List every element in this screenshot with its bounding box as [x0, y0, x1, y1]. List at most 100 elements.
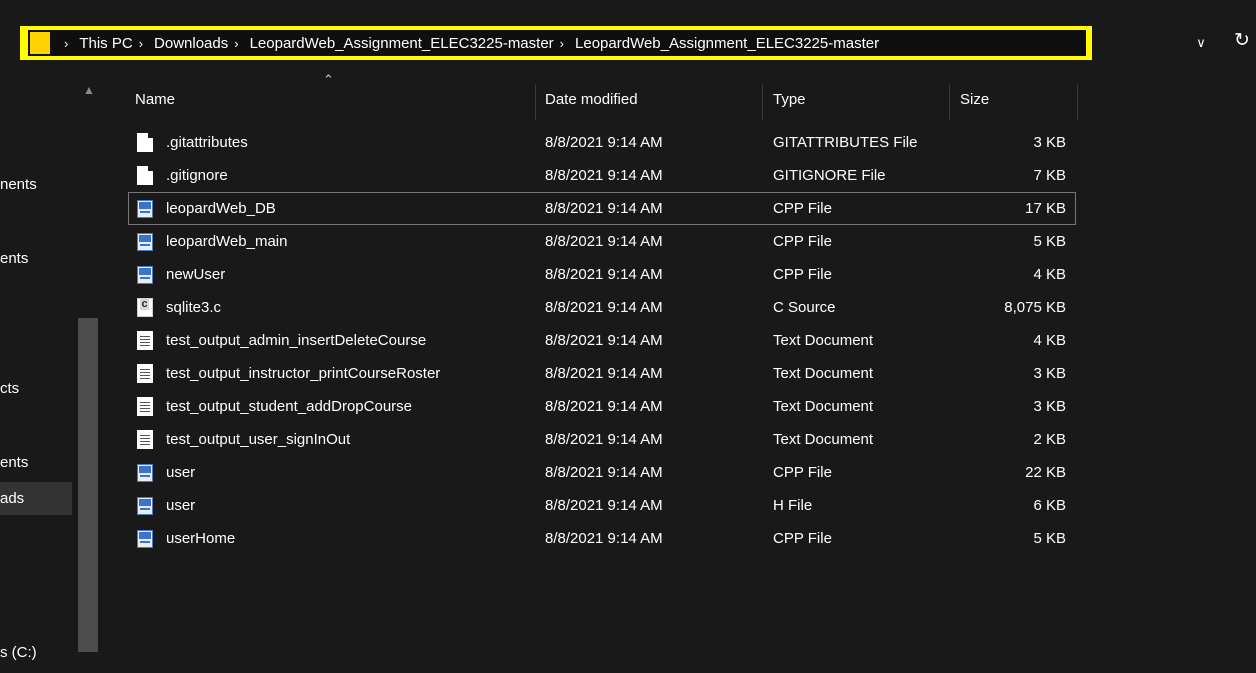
chevron-right-icon: ›: [64, 35, 69, 51]
file-date-modified: 8/8/2021 9:14 AM: [545, 497, 663, 514]
file-row[interactable]: userHome 8/8/2021 9:14 AM CPP File 5 KB: [128, 522, 1076, 555]
file-row[interactable]: leopardWeb_main 8/8/2021 9:14 AM CPP File 5…: [128, 225, 1076, 258]
column-divider[interactable]: [949, 84, 950, 120]
navigation-pane: nents ents cts ents ads s (C:): [0, 84, 72, 673]
chevron-down-icon[interactable]: ∨: [1193, 34, 1209, 52]
file-row[interactable]: newUser 8/8/2021 9:14 AM CPP File 4 KB: [128, 258, 1076, 291]
file-date-modified: 8/8/2021 9:14 AM: [545, 233, 663, 250]
file-row[interactable]: test_output_student_addDropCourse 8/8/202…: [128, 390, 1076, 423]
nav-item-local-disk-c[interactable]: s (C:): [0, 636, 72, 669]
file-type: Text Document: [773, 431, 874, 448]
file-type: Text Document: [773, 332, 874, 349]
file-type: CPP File: [773, 233, 832, 250]
generic-file-icon: [137, 166, 153, 185]
file-row[interactable]: leopardWeb_DB 8/8/2021 9:14 AM CPP File 17 …: [128, 192, 1076, 225]
file-size: 3 KB: [1033, 398, 1066, 415]
text-document-icon: [137, 364, 153, 383]
file-size: 7 KB: [1033, 167, 1066, 184]
breadcrumb-current-folder[interactable]: LeopardWeb_Assignment_ELEC3225-master: [575, 35, 879, 52]
file-size: 4 KB: [1033, 266, 1066, 283]
file-name: test_output_admin_insertDeleteCourse: [166, 332, 427, 349]
file-date-modified: 8/8/2021 9:14 AM: [545, 134, 663, 151]
text-document-icon: [137, 397, 153, 416]
file-size: 4 KB: [1033, 332, 1066, 349]
file-name: newUser: [166, 266, 226, 283]
file-type: C Source: [773, 299, 836, 316]
column-divider[interactable]: [762, 84, 763, 120]
breadcrumb-this-pc[interactable]: This PC: [79, 35, 132, 52]
file-date-modified: 8/8/2021 9:14 AM: [545, 398, 663, 415]
file-type: CPP File: [773, 530, 832, 547]
breadcrumb-project-folder[interactable]: LeopardWeb_Assignment_ELEC3225-master: [250, 35, 554, 52]
file-name: user: [166, 497, 196, 514]
c-source-icon: [137, 298, 153, 317]
column-divider[interactable]: [1077, 84, 1078, 120]
cpp-file-icon: [137, 497, 153, 515]
file-list: ⌃ Name Date modified Type Size .gitattri…: [101, 72, 1256, 673]
file-name: userHome: [166, 530, 236, 547]
file-row[interactable]: user 8/8/2021 9:14 AM H File 6 KB: [128, 489, 1076, 522]
file-size: 22 KB: [1025, 464, 1066, 481]
column-header-size[interactable]: Size: [960, 84, 989, 116]
scroll-up-icon[interactable]: ▲: [83, 84, 95, 96]
column-divider[interactable]: [535, 84, 536, 120]
file-row[interactable]: user 8/8/2021 9:14 AM CPP File 22 KB: [128, 456, 1076, 489]
sort-ascending-icon: ⌃: [323, 72, 334, 87]
file-date-modified: 8/8/2021 9:14 AM: [545, 431, 663, 448]
column-header-name[interactable]: Name: [135, 84, 175, 116]
scrollbar-thumb[interactable]: [78, 318, 98, 652]
file-name: .gitignore: [166, 167, 228, 184]
file-type: GITIGNORE File: [773, 167, 886, 184]
file-name: user: [166, 464, 196, 481]
file-size: 6 KB: [1033, 497, 1066, 514]
file-name: test_output_user_signInOut: [166, 431, 351, 448]
file-date-modified: 8/8/2021 9:14 AM: [545, 332, 663, 349]
file-size: 3 KB: [1033, 134, 1066, 151]
file-type: CPP File: [773, 266, 832, 283]
file-row[interactable]: .gitattributes 8/8/2021 9:14 AM GITATTRIBU…: [128, 126, 1076, 159]
file-name: .gitattributes: [166, 134, 248, 151]
file-row[interactable]: test_output_instructor_printCourseRoster…: [128, 357, 1076, 390]
text-document-icon: [137, 331, 153, 350]
file-date-modified: 8/8/2021 9:14 AM: [545, 167, 663, 184]
file-size: 2 KB: [1033, 431, 1066, 448]
breadcrumb[interactable]: › This PC › Downloads › LeopardWeb_Assig…: [28, 30, 1086, 56]
file-type: Text Document: [773, 365, 874, 382]
cpp-file-icon: [137, 200, 153, 218]
nav-item-documents[interactable]: nents: [0, 168, 72, 201]
file-size: 5 KB: [1033, 233, 1066, 250]
folder-icon: [30, 32, 50, 54]
nav-item-objects[interactable]: cts: [0, 372, 72, 405]
nav-item-downloads[interactable]: ads: [0, 482, 72, 515]
file-row[interactable]: sqlite3.c 8/8/2021 9:14 AM C Source 8,075 K…: [128, 291, 1076, 324]
chevron-right-icon: ›: [138, 35, 144, 51]
column-header-type[interactable]: Type: [773, 84, 806, 116]
file-name: test_output_student_addDropCourse: [166, 398, 413, 415]
column-header-date-modified[interactable]: Date modified: [545, 84, 638, 116]
file-size: 17 KB: [1025, 200, 1066, 217]
refresh-icon[interactable]: ↻: [1234, 30, 1256, 52]
file-date-modified: 8/8/2021 9:14 AM: [545, 266, 663, 283]
file-type: CPP File: [773, 464, 832, 481]
file-type: CPP File: [773, 200, 832, 217]
nav-item-documents-3[interactable]: ents: [0, 446, 72, 479]
file-name: sqlite3.c: [166, 299, 222, 316]
file-date-modified: 8/8/2021 9:14 AM: [545, 464, 663, 481]
nav-item-documents-2[interactable]: ents: [0, 242, 72, 275]
file-date-modified: 8/8/2021 9:14 AM: [545, 365, 663, 382]
file-type: Text Document: [773, 398, 874, 415]
file-type: GITATTRIBUTES File: [773, 134, 918, 151]
nav-scrollbar[interactable]: ▲: [75, 84, 99, 673]
cpp-file-icon: [137, 530, 153, 548]
file-date-modified: 8/8/2021 9:14 AM: [545, 200, 663, 217]
file-type: H File: [773, 497, 813, 514]
breadcrumb-downloads[interactable]: Downloads: [154, 35, 228, 52]
file-row[interactable]: test_output_user_signInOut 8/8/2021 9:14 …: [128, 423, 1076, 456]
file-size: 8,075 KB: [1004, 299, 1066, 316]
file-name: leopardWeb_main: [166, 233, 288, 250]
address-bar: › This PC › Downloads › LeopardWeb_Assig…: [0, 0, 1256, 84]
chevron-right-icon: ›: [234, 35, 239, 51]
file-row[interactable]: .gitignore 8/8/2021 9:14 AM GITIGNORE File…: [128, 159, 1076, 192]
file-row[interactable]: test_output_admin_insertDeleteCourse 8/8/…: [128, 324, 1076, 357]
file-size: 3 KB: [1033, 365, 1066, 382]
